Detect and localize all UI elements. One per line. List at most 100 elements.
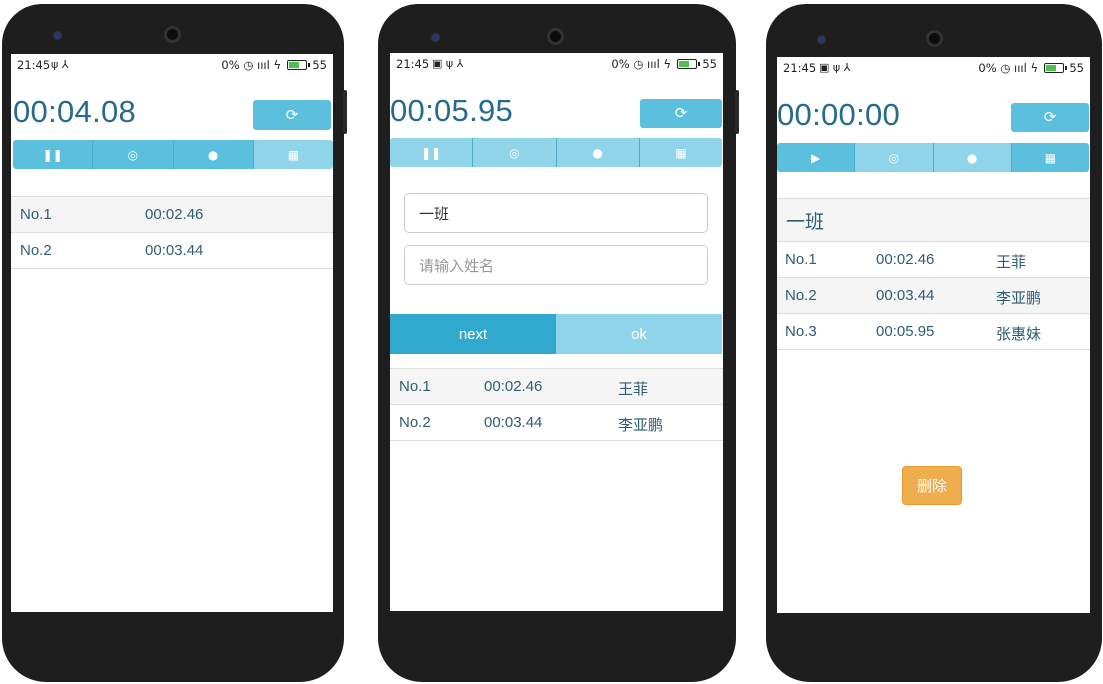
result-row[interactable]: No.2 00:03.44 李亚鹏 (390, 405, 723, 441)
tab-user[interactable]: ● (556, 138, 640, 167)
refresh-icon: ⟳ (674, 104, 688, 122)
tab-grid[interactable]: ▦ (253, 140, 333, 169)
screen-1: 21:45 0% ◷ ıııl ϟ 55 ψ ⅄ 00:04.08 ⟳ ❚❚ ◎… (11, 54, 333, 612)
result-number: No.2 (399, 414, 431, 431)
result-name: 张惠妹 (996, 326, 1042, 343)
phone-frame-2: 21:45 0% ◷ ıııl ϟ 55 ▣ ψ ⅄ 00:05.95 ⟳ ❚❚… (378, 4, 739, 682)
tab-record[interactable]: ◎ (855, 143, 934, 172)
phone-frame-1: 21:45 0% ◷ ıııl ϟ 55 ψ ⅄ 00:04.08 ⟳ ❚❚ ◎… (2, 4, 347, 682)
result-time: 00:05.95 (876, 323, 935, 340)
tab-play[interactable]: ▶ (777, 143, 856, 172)
battery-level: 55 (1069, 61, 1084, 75)
status-time: 21:45 (17, 58, 51, 72)
tab-grid[interactable]: ▦ (1011, 143, 1089, 172)
refresh-icon: ⟳ (285, 106, 299, 124)
result-name: 王菲 (618, 381, 649, 398)
tab-pause[interactable]: ❚❚ (13, 140, 94, 169)
result-list: No.1 00:02.46 王菲 No.2 00:03.44 李亚鹏 (390, 368, 723, 441)
phone-frame-3: 21:45 0% ◷ ıııl ϟ 55 ▣ ψ ⅄ 00:00:00 ⟳ ▶ … (766, 4, 1102, 682)
screen-3: 21:45 0% ◷ ıııl ϟ 55 ▣ ψ ⅄ 00:00:00 ⟳ ▶ … (777, 57, 1090, 613)
battery-level: 55 (312, 58, 327, 72)
grid-icon: ▦ (1044, 150, 1057, 165)
next-button[interactable]: next (390, 314, 556, 354)
result-row[interactable]: No.1 00:02.46 王菲 (777, 242, 1090, 278)
tab-grid[interactable]: ▦ (639, 138, 722, 167)
lap-row[interactable]: No.2 00:03.44 (11, 233, 333, 269)
check-circle-icon: ◎ (888, 150, 900, 165)
front-camera (926, 30, 943, 47)
reset-button[interactable]: ⟳ (253, 100, 331, 130)
result-list: No.1 00:02.46 王菲 No.2 00:03.44 李亚鹏 No.3 … (777, 242, 1090, 350)
result-time: 00:02.46 (876, 251, 935, 268)
pause-icon: ❚❚ (421, 145, 442, 160)
result-number: No.1 (785, 251, 817, 268)
lap-row[interactable]: No.1 00:02.46 (11, 197, 333, 233)
battery-icon (286, 60, 310, 70)
status-time: 21:45 (783, 61, 817, 75)
result-time: 00:02.46 (484, 378, 543, 395)
stopwatch-display: 00:04.08 (13, 94, 137, 129)
toolbar-tabs: ❚❚ ◎ ● ▦ (390, 138, 722, 167)
result-number: No.3 (785, 323, 817, 340)
result-row[interactable]: No.1 00:02.46 王菲 (390, 369, 723, 405)
user-icon: ● (966, 150, 978, 165)
status-left-icons: ▣ ψ ⅄ (819, 61, 851, 74)
reset-button[interactable]: ⟳ (640, 99, 722, 128)
name-input[interactable]: 请输入姓名 (404, 245, 708, 285)
front-led (432, 34, 439, 41)
play-icon: ▶ (811, 150, 821, 165)
lap-time: 00:03.44 (145, 242, 204, 259)
battery-percent-text: 0% ◷ ıııl ϟ (978, 61, 1039, 75)
battery-percent-text: 0% ◷ ıııl ϟ (611, 57, 672, 71)
tab-user[interactable]: ● (173, 140, 254, 169)
battery-icon (676, 59, 700, 69)
battery-icon (1043, 63, 1067, 73)
result-number: No.1 (399, 378, 431, 395)
battery-level: 55 (702, 57, 717, 71)
class-input[interactable]: 一班 (404, 193, 708, 233)
status-left-icons: ▣ ψ ⅄ (432, 57, 464, 70)
result-time: 00:03.44 (484, 414, 543, 431)
status-left-icons: ψ ⅄ (51, 58, 69, 71)
status-right: 0% ◷ ıııl ϟ 55 (221, 58, 327, 72)
delete-button[interactable]: 删除 (902, 466, 962, 505)
result-number: No.2 (785, 287, 817, 304)
status-time: 21:45 (396, 57, 430, 71)
result-time: 00:03.44 (876, 287, 935, 304)
result-row[interactable]: No.2 00:03.44 李亚鹏 (777, 278, 1090, 314)
ok-button[interactable]: ok (556, 314, 722, 354)
side-button (343, 90, 347, 134)
reset-button[interactable]: ⟳ (1011, 103, 1089, 132)
user-icon: ● (592, 145, 603, 160)
front-led (54, 32, 61, 39)
check-circle-icon: ◎ (127, 147, 139, 162)
grid-icon: ▦ (287, 147, 300, 162)
result-row[interactable]: No.3 00:05.95 张惠妹 (777, 314, 1090, 350)
tab-user[interactable]: ● (933, 143, 1012, 172)
tab-record[interactable]: ◎ (93, 140, 174, 169)
status-right: 0% ◷ ıııl ϟ 55 (978, 61, 1084, 75)
tab-pause[interactable]: ❚❚ (390, 138, 474, 167)
front-camera (547, 28, 564, 45)
lap-number: No.1 (20, 206, 52, 223)
front-camera (164, 26, 181, 43)
lap-time: 00:02.46 (145, 206, 204, 223)
battery-percent-text: 0% ◷ ıııl ϟ (221, 58, 282, 72)
stopwatch-display: 00:00:00 (777, 97, 901, 132)
result-name: 李亚鹏 (996, 290, 1042, 307)
status-right: 0% ◷ ıııl ϟ 55 (611, 57, 717, 71)
pause-icon: ❚❚ (42, 147, 63, 162)
screen-2: 21:45 0% ◷ ıııl ϟ 55 ▣ ψ ⅄ 00:05.95 ⟳ ❚❚… (390, 53, 723, 611)
action-buttons: next ok (390, 314, 722, 354)
result-name: 王菲 (996, 254, 1027, 271)
stopwatch-display: 00:05.95 (390, 93, 514, 128)
refresh-icon: ⟳ (1043, 108, 1057, 126)
lap-list: No.1 00:02.46 No.2 00:03.44 (11, 196, 333, 269)
lap-number: No.2 (20, 242, 52, 259)
group-title: 一班 (777, 198, 1090, 242)
result-name: 李亚鹏 (618, 417, 664, 434)
tab-record[interactable]: ◎ (473, 138, 557, 167)
toolbar-tabs: ▶ ◎ ● ▦ (777, 143, 1089, 172)
toolbar-tabs: ❚❚ ◎ ● ▦ (13, 140, 333, 169)
front-led (818, 36, 825, 43)
